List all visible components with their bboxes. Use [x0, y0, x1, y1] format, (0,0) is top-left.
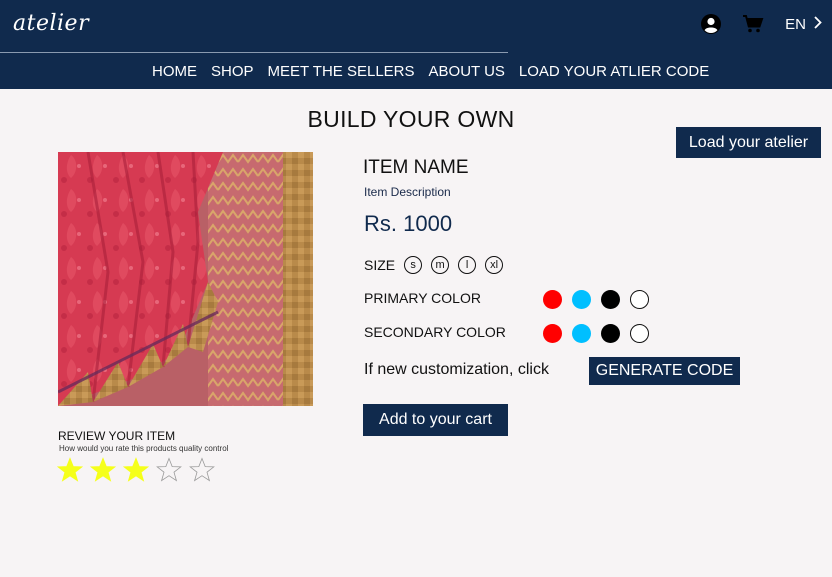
nav-item-shop[interactable]: SHOP — [204, 63, 261, 80]
product-image — [58, 152, 313, 406]
star-empty-icon[interactable] — [189, 457, 215, 483]
chevron-right-icon — [814, 15, 822, 33]
language-label: EN — [785, 15, 806, 33]
main-nav: HOME SHOP MEET THE SELLERS ABOUT US LOAD… — [0, 53, 832, 89]
review-subtitle: How would you rate this products quality… — [59, 444, 229, 453]
customization-prompt: If new customization, click — [364, 361, 549, 378]
secondary-swatch-red[interactable] — [543, 324, 562, 343]
size-selector: SIZE s m l xl — [364, 256, 512, 274]
primary-swatch-red[interactable] — [543, 290, 562, 309]
item-description: Item Description — [364, 185, 451, 199]
star-rating — [57, 457, 222, 483]
star-empty-icon[interactable] — [156, 457, 182, 483]
header-actions: EN — [681, 12, 822, 36]
primary-color-label: PRIMARY COLOR — [364, 290, 481, 306]
secondary-swatch-blue[interactable] — [572, 324, 591, 343]
secondary-color-label: SECONDARY COLOR — [364, 324, 506, 340]
primary-color-swatches — [543, 290, 659, 309]
star-filled-icon[interactable] — [57, 457, 83, 483]
generate-code-button[interactable]: GENERATE CODE — [589, 357, 740, 385]
nav-item-load-code[interactable]: LOAD YOUR ATLIER CODE — [512, 63, 716, 80]
review-title: REVIEW YOUR ITEM — [58, 429, 176, 443]
primary-swatch-blue[interactable] — [572, 290, 591, 309]
primary-swatch-black[interactable] — [601, 290, 620, 309]
account-icon[interactable] — [699, 12, 723, 36]
primary-swatch-white[interactable] — [630, 290, 649, 309]
star-filled-icon[interactable] — [123, 457, 149, 483]
item-price: Rs. 1000 — [364, 211, 453, 236]
nav-item-about-us[interactable]: ABOUT US — [422, 63, 512, 80]
size-option-xl[interactable]: xl — [485, 256, 504, 274]
nav-item-home[interactable]: HOME — [145, 63, 204, 80]
size-label: SIZE — [364, 257, 396, 273]
secondary-swatch-white[interactable] — [630, 324, 649, 343]
size-option-m[interactable]: m — [431, 256, 450, 274]
size-option-s[interactable]: s — [404, 256, 423, 274]
load-atelier-button[interactable]: Load your atelier — [676, 127, 821, 158]
item-name: ITEM NAME — [363, 157, 469, 178]
star-filled-icon[interactable] — [90, 457, 116, 483]
secondary-swatch-black[interactable] — [601, 324, 620, 343]
size-option-l[interactable]: l — [458, 256, 477, 274]
nav-item-meet-the-sellers[interactable]: MEET THE SELLERS — [261, 63, 422, 80]
cart-icon[interactable] — [741, 12, 765, 36]
brand-logo[interactable]: atelier — [13, 11, 89, 36]
top-bar: atelier EN — [0, 0, 832, 53]
language-selector[interactable]: EN — [785, 16, 822, 33]
secondary-color-swatches — [543, 324, 659, 343]
add-to-cart-button[interactable]: Add to your cart — [363, 404, 508, 436]
